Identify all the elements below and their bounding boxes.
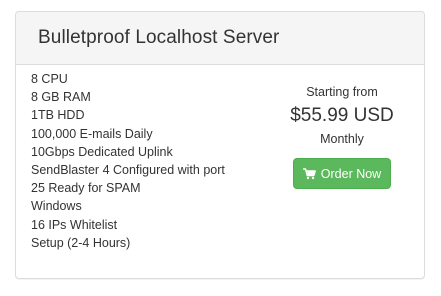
starting-from-label: Starting from bbox=[306, 85, 378, 99]
feature-item: 100,000 E-mails Daily bbox=[31, 126, 153, 141]
feature-item: 8 CPU bbox=[31, 72, 68, 86]
price-value: $55.99 USD bbox=[290, 105, 394, 126]
feature-list: 8 CPU 8 GB RAM 1TB HDD 100,000 E-mails D… bbox=[31, 70, 225, 252]
shopping-cart-icon bbox=[302, 167, 316, 180]
product-panel: Bulletproof Localhost Server 8 CPU 8 GB … bbox=[15, 11, 425, 279]
feature-item: SendBlaster 4 Configured with port bbox=[31, 163, 225, 178]
order-now-button[interactable]: Order Now bbox=[293, 158, 391, 189]
order-now-label: Order Now bbox=[320, 166, 382, 181]
feature-item: 25 Ready for SPAM bbox=[31, 181, 141, 196]
feature-item: 16 IPs Whitelist bbox=[31, 217, 118, 232]
feature-item: 1TB HDD bbox=[31, 108, 85, 123]
pricing-block: Starting from $55.99 USD Monthly Order N… bbox=[286, 84, 398, 189]
panel-heading: Bulletproof Localhost Server bbox=[16, 12, 424, 65]
feature-item: Setup (2-4 Hours) bbox=[31, 235, 131, 250]
feature-item: 8 GB RAM bbox=[31, 90, 91, 105]
feature-item: 10Gbps Dedicated Uplink bbox=[31, 144, 173, 159]
feature-item: Windows bbox=[31, 199, 82, 214]
product-title: Bulletproof Localhost Server bbox=[38, 27, 280, 48]
billing-cycle: Monthly bbox=[320, 132, 364, 146]
